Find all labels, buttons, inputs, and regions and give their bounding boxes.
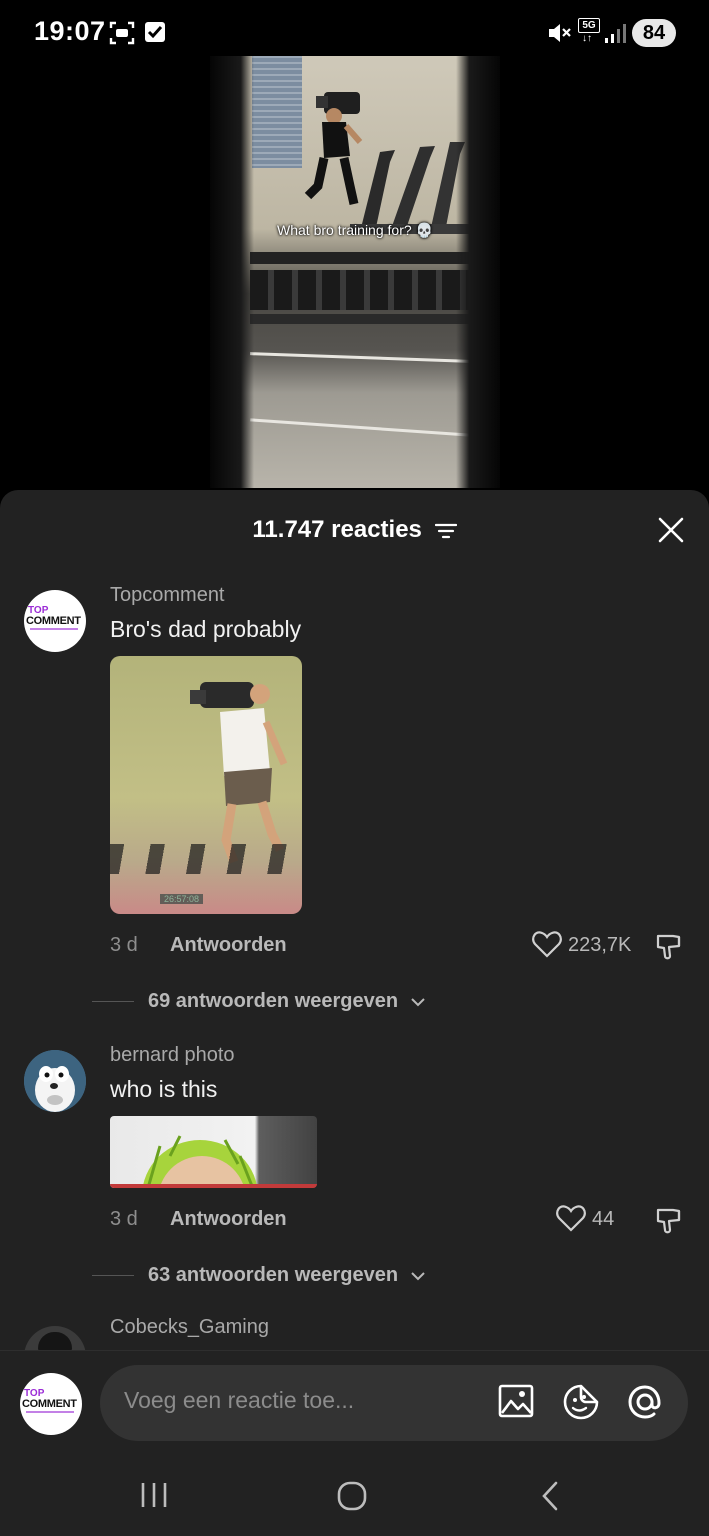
video-player[interactable]: What bro training for? 💀 bbox=[0, 56, 709, 496]
comment-text: Bro's dad probably bbox=[110, 616, 302, 642]
heart-icon[interactable] bbox=[532, 930, 562, 958]
heart-icon[interactable] bbox=[556, 1204, 586, 1232]
comment-username[interactable]: Cobecks_Gaming bbox=[110, 1316, 269, 1339]
network-5g-icon: 5G ↓↑ bbox=[578, 18, 600, 44]
dislike-icon[interactable] bbox=[655, 1206, 685, 1234]
battery-indicator: 84 bbox=[632, 19, 676, 47]
sheet-header: 11.747 reacties bbox=[0, 490, 709, 570]
topcomment-logo: TOP COMMENT bbox=[20, 1373, 82, 1435]
mention-icon[interactable] bbox=[626, 1383, 664, 1421]
avatar[interactable] bbox=[24, 1050, 86, 1112]
comment-image[interactable]: 26:57:08 bbox=[110, 656, 302, 914]
view-replies-button[interactable]: 69 antwoorden weergeven bbox=[92, 990, 426, 1013]
recent-apps-icon[interactable] bbox=[138, 1480, 170, 1510]
bernard-bear-avatar bbox=[24, 1050, 86, 1112]
video-caption: What bro training for? 💀 bbox=[277, 222, 433, 238]
comment-input-bar: TOP COMMENT Voeg een reactie toe... bbox=[0, 1350, 709, 1455]
home-icon[interactable] bbox=[336, 1480, 368, 1512]
emoji-sticker-icon[interactable] bbox=[562, 1383, 600, 1421]
reply-button[interactable]: Antwoorden bbox=[170, 1208, 287, 1231]
comment-age: 3 d bbox=[110, 934, 138, 956]
close-icon[interactable] bbox=[657, 516, 685, 544]
comment-count: 11.747 reacties bbox=[252, 516, 422, 543]
sort-filter-icon[interactable] bbox=[434, 522, 457, 540]
reply-button[interactable]: Antwoorden bbox=[170, 934, 287, 957]
screenshot-icon bbox=[109, 21, 135, 45]
view-replies-label: 63 antwoorden weergeven bbox=[148, 1264, 399, 1286]
view-replies-button[interactable]: 63 antwoorden weergeven bbox=[92, 1264, 426, 1287]
comment-item: bernard photo who is this 3 d Antwoorden… bbox=[0, 1040, 709, 1290]
comment-count-header[interactable]: 11.747 reacties bbox=[0, 516, 709, 544]
comment-item: Cobecks_Gaming bbox=[0, 1316, 709, 1350]
signal-icon bbox=[605, 24, 626, 43]
own-avatar[interactable]: TOP COMMENT bbox=[20, 1373, 82, 1435]
comment-input-placeholder: Voeg een reactie toe... bbox=[124, 1387, 355, 1413]
like-count: 44 bbox=[592, 1208, 615, 1230]
topcomment-logo: TOP COMMENT bbox=[24, 590, 86, 652]
dislike-icon[interactable] bbox=[655, 932, 685, 960]
chevron-down-icon bbox=[410, 998, 425, 1007]
system-nav-bar bbox=[0, 1454, 709, 1536]
comment-input[interactable]: Voeg een reactie toe... bbox=[100, 1365, 688, 1441]
like-count: 223,7K bbox=[568, 934, 632, 956]
clock: 19:07 bbox=[34, 16, 106, 46]
comment-text: who is this bbox=[110, 1076, 218, 1102]
green-hair-illustration bbox=[142, 1135, 258, 1188]
comment-image[interactable] bbox=[110, 1116, 317, 1188]
comment-username[interactable]: Topcomment bbox=[110, 584, 225, 607]
cameraman-illustration bbox=[190, 682, 288, 864]
checkbox-notification-icon bbox=[145, 22, 165, 42]
video-frame[interactable]: What bro training for? 💀 bbox=[210, 56, 500, 488]
chevron-down-icon bbox=[410, 1272, 425, 1281]
avatar[interactable]: TOP COMMENT bbox=[24, 590, 86, 652]
view-replies-label: 69 antwoorden weergeven bbox=[148, 990, 399, 1012]
comment-item: TOP COMMENT Topcomment Bro's dad probabl… bbox=[0, 580, 709, 1013]
image-icon[interactable] bbox=[498, 1383, 534, 1419]
comment-age: 3 d bbox=[110, 1208, 138, 1230]
mute-icon bbox=[549, 24, 571, 42]
runner-with-camera bbox=[304, 92, 363, 205]
comment-username[interactable]: bernard photo bbox=[110, 1044, 235, 1067]
video-timestamp: 26:57:08 bbox=[160, 894, 204, 904]
back-icon[interactable] bbox=[538, 1480, 562, 1512]
avatar[interactable] bbox=[24, 1326, 86, 1350]
